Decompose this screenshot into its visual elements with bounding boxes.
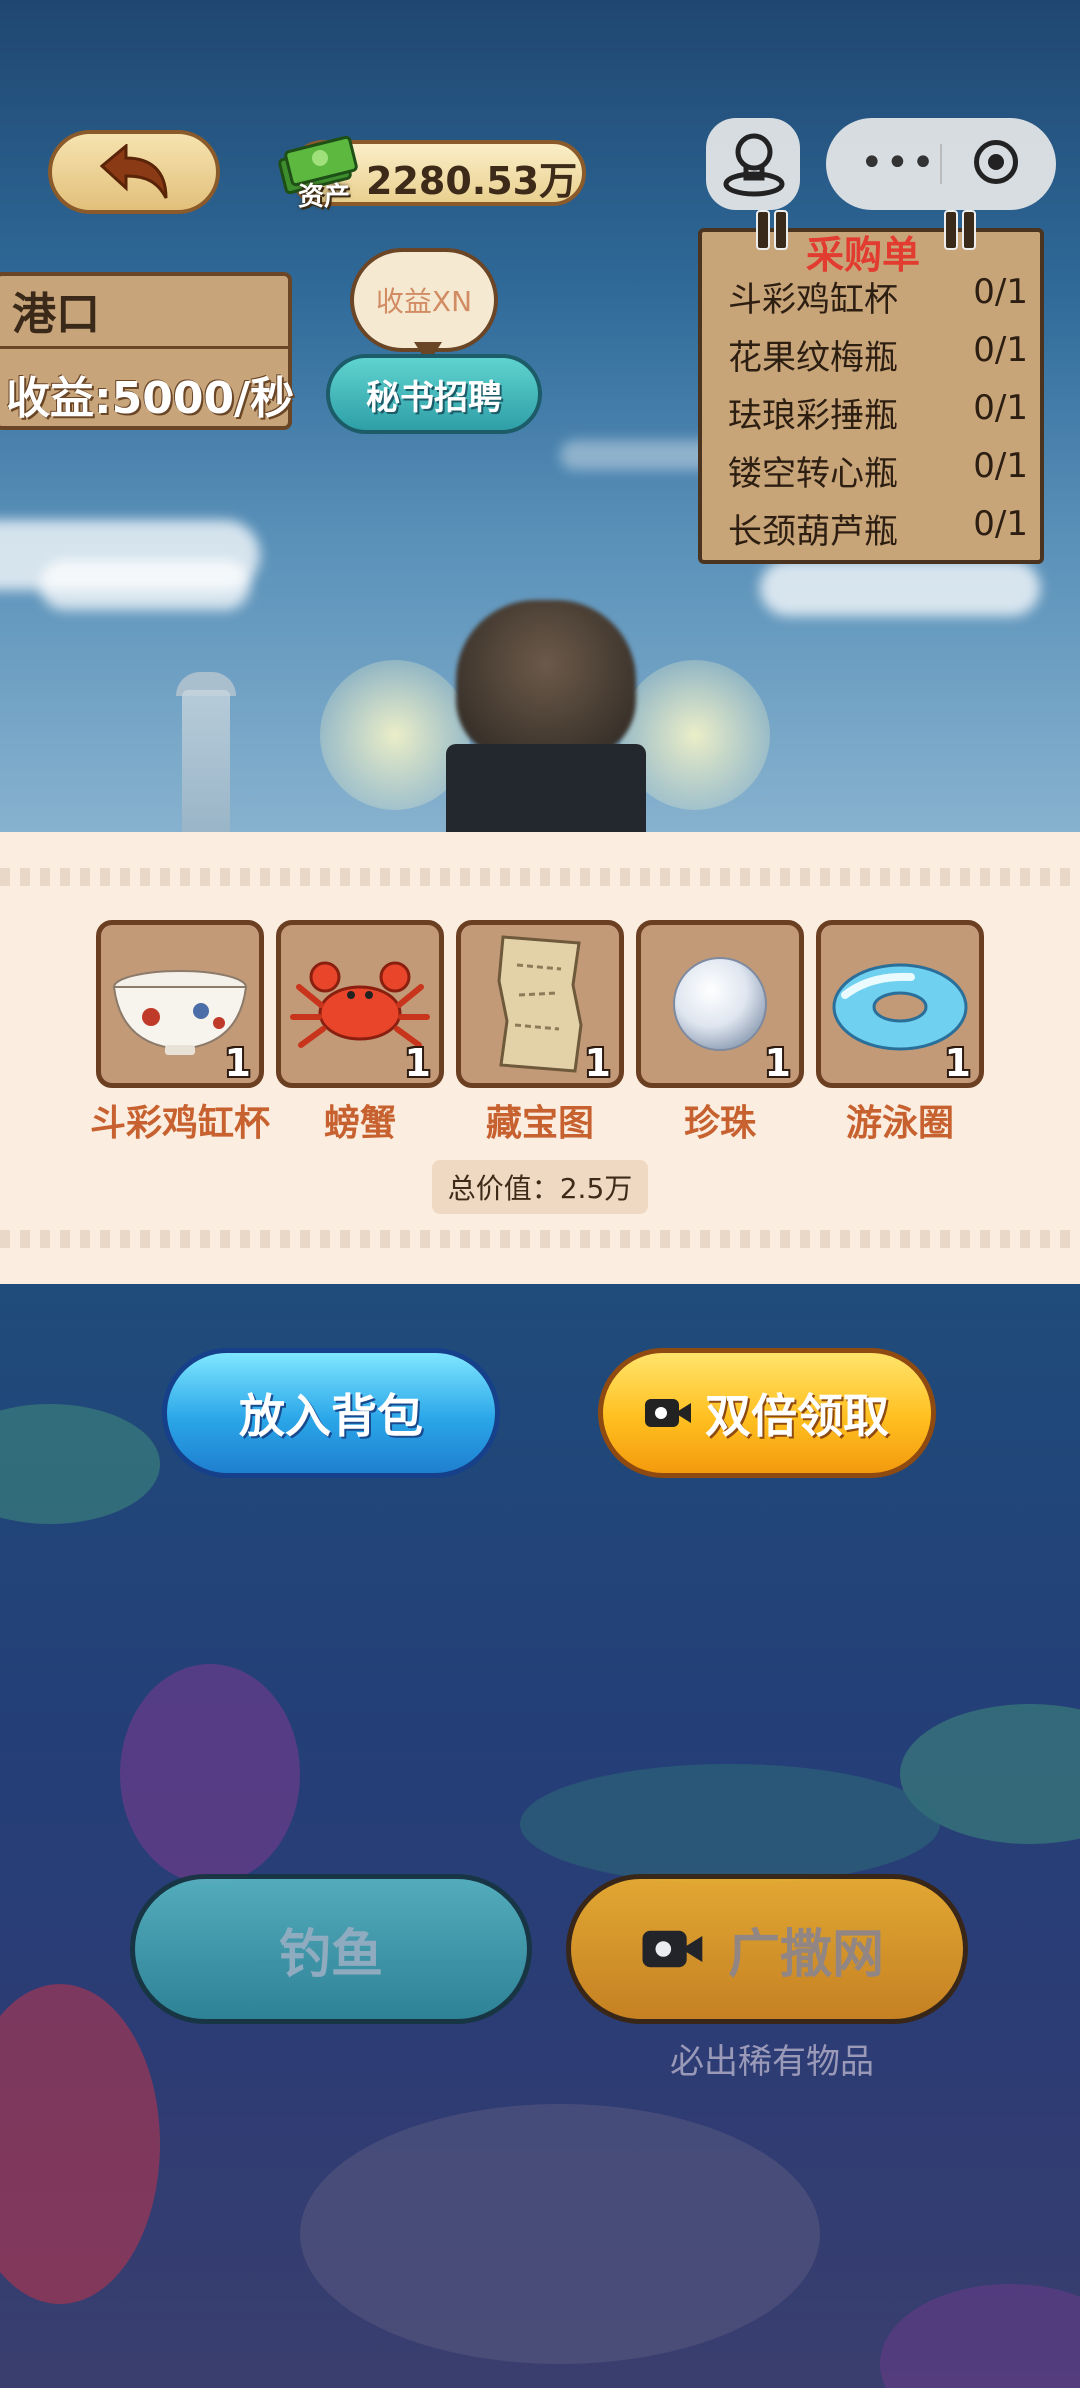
double-claim-button[interactable]: 双倍领取	[598, 1348, 936, 1478]
cloud	[760, 560, 1040, 616]
total-value: 总价值： 2.5万	[432, 1160, 648, 1214]
cloud	[40, 560, 250, 610]
put-in-bag-label: 放入背包	[239, 1389, 423, 1443]
cast-net-label: 广撒网	[727, 1924, 884, 1985]
video-ad-icon	[645, 1395, 695, 1431]
purchase-list-title: 采购单	[806, 233, 921, 277]
purchase-item-name: 珐琅彩捶瓶	[728, 396, 898, 436]
recruit-label: 秘书招聘	[366, 377, 502, 418]
purchase-item-progress: 0/1	[973, 504, 1028, 544]
purchase-item-name: 长颈葫芦瓶	[728, 512, 898, 552]
character-head	[456, 600, 636, 760]
coral	[880, 2284, 1080, 2388]
clip-icon	[944, 210, 980, 250]
back-button[interactable]	[48, 130, 220, 214]
income-bubble[interactable]: 收益XN	[350, 248, 498, 352]
coral	[0, 1984, 160, 2304]
cast-net-subtitle: 必出稀有物品	[670, 2042, 874, 2082]
item-name: 藏宝图	[485, 1103, 594, 1144]
item-name: 螃蟹	[323, 1103, 396, 1144]
purchase-item-progress: 0/1	[973, 330, 1028, 370]
catch-item-treasure-map[interactable]: 1	[456, 920, 624, 1088]
seaweed	[0, 1404, 160, 1524]
catch-item-swim-ring[interactable]: 1	[816, 920, 984, 1088]
item-count: 1	[404, 1041, 431, 1085]
recruit-secretary-button[interactable]: 秘书招聘	[326, 354, 542, 434]
assets-label: 资产	[298, 182, 351, 212]
joystick-icon	[723, 133, 785, 197]
put-in-bag-button[interactable]: 放入背包	[162, 1348, 500, 1478]
total-label: 总价值：	[447, 1172, 560, 1205]
purchase-item-name: 斗彩鸡缸杯	[728, 280, 898, 320]
purchase-item-progress: 0/1	[973, 446, 1028, 486]
lighthouse	[182, 690, 230, 832]
close-target-icon[interactable]	[974, 140, 1018, 184]
rock	[520, 1764, 940, 1884]
clip-icon	[756, 210, 792, 250]
port-title: 港口	[12, 289, 100, 340]
catch-item-crab[interactable]: 1	[276, 920, 444, 1088]
item-name: 珍珠	[683, 1103, 756, 1144]
income-bubble-text: 收益XN	[375, 285, 473, 318]
menu-capsule: •••	[826, 118, 1056, 210]
purchase-row: 斗彩鸡缸杯 0/1	[728, 272, 1028, 328]
purchase-row: 镂空转心瓶 0/1	[728, 446, 1028, 502]
pattern-border	[0, 1230, 1080, 1248]
catch-item-porcelain-bowl[interactable]: 1	[96, 920, 264, 1088]
purchase-row: 长颈葫芦瓶 0/1	[728, 504, 1028, 560]
purchase-row: 珐琅彩捶瓶 0/1	[728, 388, 1028, 444]
sand	[300, 2104, 820, 2364]
coral	[120, 1664, 300, 1884]
avatar-button[interactable]	[706, 118, 800, 210]
character-body	[446, 744, 646, 834]
catch-item-pearl[interactable]: 1	[636, 920, 804, 1088]
port-income: 收益:5000/秒	[6, 373, 295, 424]
assets-value: 2280.53万	[366, 159, 578, 203]
divider	[0, 346, 290, 349]
back-arrow-icon	[99, 144, 168, 199]
purchase-item-progress: 0/1	[973, 388, 1028, 428]
double-claim-label: 双倍领取	[705, 1389, 889, 1443]
capsule-divider	[940, 144, 942, 184]
item-count: 1	[584, 1041, 611, 1085]
item-name: 游泳圈	[845, 1103, 954, 1144]
purchase-item-name: 镂空转心瓶	[728, 454, 898, 494]
video-ad-icon	[642, 1926, 707, 1973]
purchase-row: 花果纹梅瓶 0/1	[728, 330, 1028, 386]
item-count: 1	[764, 1041, 791, 1085]
total-amount: 2.5万	[559, 1172, 633, 1205]
purchase-item-progress: 0/1	[973, 272, 1028, 312]
purchase-item-name: 花果纹梅瓶	[728, 338, 898, 378]
item-name: 斗彩鸡缸杯	[89, 1103, 270, 1144]
item-count: 1	[944, 1041, 971, 1085]
more-icon[interactable]: •••	[860, 140, 937, 186]
pattern-border	[0, 868, 1080, 886]
fishing-button[interactable]: 钓鱼	[130, 1874, 532, 2024]
item-count: 1	[224, 1041, 251, 1085]
cast-net-button[interactable]: 广撒网	[566, 1874, 968, 2024]
fishing-label: 钓鱼	[278, 1924, 383, 1985]
